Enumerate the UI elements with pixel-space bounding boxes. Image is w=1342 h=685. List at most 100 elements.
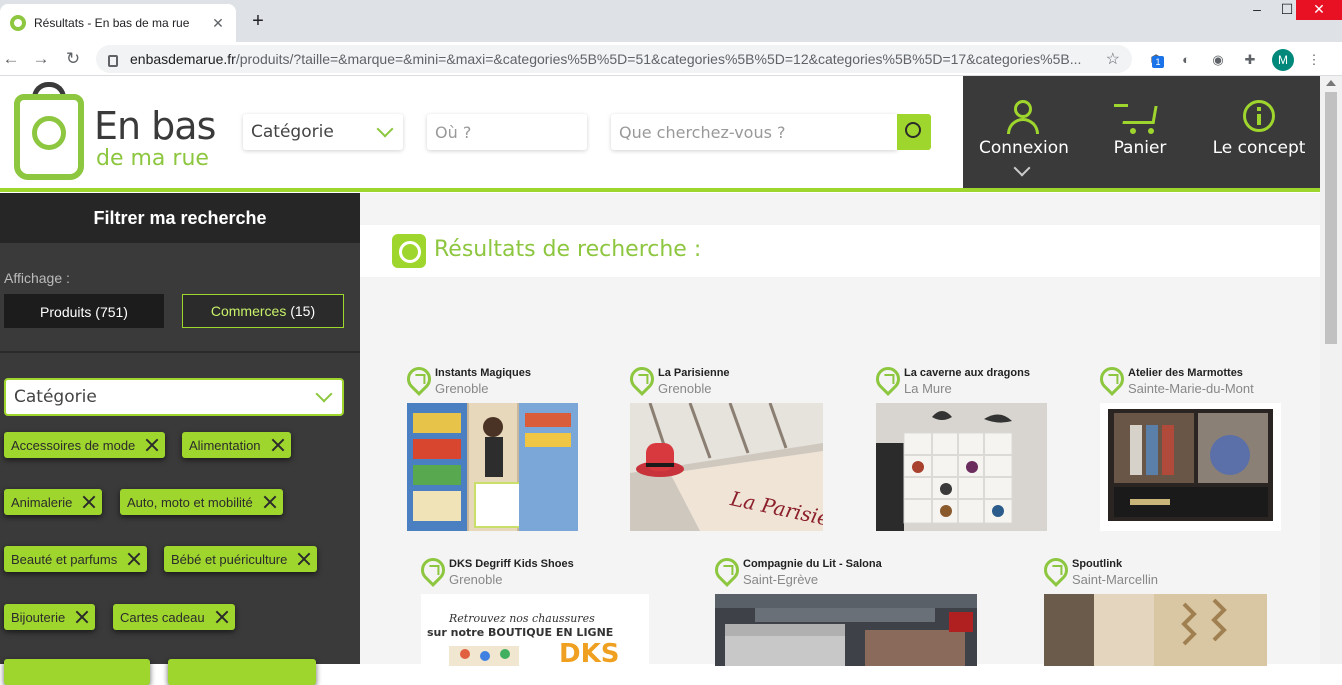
filter-tag[interactable]: Bijouterie [4, 604, 96, 630]
search-input[interactable] [611, 114, 897, 150]
info-icon [1209, 100, 1309, 136]
shops-label: Commerces [210, 303, 287, 319]
filter-tag-label: Auto, moto et mobilité [127, 494, 253, 510]
reload-icon[interactable]: ↻ [62, 48, 84, 70]
remove-tag-icon[interactable] [75, 610, 89, 624]
speech-bubble-icon [392, 234, 426, 268]
tab-title: Résultats - En bas de ma rue [34, 16, 190, 30]
url-text[interactable]: enbasdemarue.fr/produits/?taille=&marque… [130, 51, 1098, 67]
concept-link[interactable]: Le concept [1209, 100, 1309, 158]
filter-tag[interactable]: Alimentation [182, 432, 291, 458]
menu-kebab-icon[interactable]: ⋮ [1304, 50, 1324, 70]
shop-photo[interactable] [715, 594, 977, 666]
filter-tag-partial[interactable] [168, 659, 316, 685]
shop-city: La Mure [904, 381, 952, 396]
location-input[interactable] [427, 114, 587, 150]
sidebar-divider [0, 351, 360, 353]
search-icon [905, 122, 921, 138]
extension-2-icon[interactable]: ◐ [1176, 50, 1196, 70]
shop-card[interactable]: Atelier des Marmottes Sainte-Marie-du-Mo… [1095, 362, 1281, 531]
remove-tag-icon[interactable] [263, 495, 277, 509]
remove-tag-icon[interactable] [297, 552, 311, 566]
category-select[interactable]: Catégorie [243, 114, 403, 150]
results-title: Résultats de recherche : [434, 237, 702, 262]
lock-icon [108, 55, 118, 67]
shop-photo[interactable] [1044, 594, 1267, 666]
extension-badge: 1 [1152, 56, 1164, 68]
login-link[interactable]: Connexion [979, 100, 1069, 158]
filter-tag[interactable]: Auto, moto et mobilité [120, 489, 283, 515]
chevron-down-icon [315, 385, 333, 403]
shop-name[interactable]: La Parisienne [658, 367, 730, 379]
shop-card[interactable]: La Parisienne Grenoble La Parisienne [625, 362, 823, 531]
remove-tag-icon[interactable] [215, 610, 229, 624]
bag-icon [14, 94, 84, 180]
filter-tag-label: Beauté et parfums [11, 551, 118, 567]
products-toggle-button[interactable]: Produits (751) [4, 294, 164, 328]
login-label: Connexion [979, 138, 1069, 158]
location-pin-icon [871, 362, 905, 396]
user-icon [979, 100, 1067, 136]
shop-photo[interactable] [1100, 403, 1281, 531]
filter-tag-label: Bijouterie [11, 609, 66, 625]
shop-name[interactable]: Atelier des Marmottes [1128, 367, 1243, 379]
filter-tag[interactable]: Bébé et puériculture [164, 546, 318, 572]
shop-card[interactable]: DKS Degriff Kids Shoes Grenoble Retrouve… [416, 553, 649, 668]
shop-photo[interactable]: Retrouvez nos chaussures sur notre BOUTI… [421, 594, 649, 666]
shop-card[interactable]: Spoutlink Saint-Marcellin [1039, 553, 1267, 668]
remove-tag-icon[interactable] [127, 552, 141, 566]
dks-banner-line1: Retrouvez nos chaussures [448, 612, 595, 625]
chevron-down-icon [376, 120, 394, 138]
location-pin-icon [710, 553, 744, 587]
filter-tag[interactable]: Cartes cadeau [113, 604, 235, 630]
shop-city: Grenoble [658, 381, 712, 396]
filter-tag-label: Cartes cadeau [120, 609, 205, 625]
sidebar-category-select[interactable]: Catégorie [4, 378, 344, 416]
shop-city: Grenoble [449, 572, 503, 587]
results-area: Résultats de recherche : Instants Magiqu… [360, 193, 1320, 666]
shop-photo[interactable]: La Parisienne [630, 403, 823, 531]
shop-photo[interactable] [407, 403, 578, 531]
remove-tag-icon[interactable] [145, 438, 159, 452]
shops-toggle-button[interactable]: Commerces (15) [182, 294, 344, 328]
shop-name[interactable]: La caverne aux dragons [904, 367, 1030, 379]
profile-avatar[interactable]: M [1272, 49, 1294, 71]
shop-card[interactable]: Compagnie du Lit - Salona Saint-Egrève [710, 553, 977, 668]
puzzle-icon[interactable]: ✚ [1240, 50, 1260, 70]
cart-link[interactable]: Panier [1103, 100, 1177, 158]
new-tab-icon[interactable]: + [248, 10, 268, 33]
scroll-thumb[interactable] [1325, 92, 1337, 344]
extension-3-icon[interactable]: ◉ [1208, 50, 1228, 70]
address-bar[interactable]: enbasdemarue.fr/produits/?taille=&marque… [96, 45, 1132, 73]
window-close-icon[interactable]: ✕ [1296, 0, 1342, 20]
forward-icon[interactable]: → [30, 48, 52, 70]
filter-tag-partial[interactable] [4, 659, 150, 685]
sidebar-category-value: Catégorie [14, 387, 97, 407]
search-button[interactable] [897, 114, 931, 150]
filter-tag[interactable]: Accessoires de mode [4, 432, 166, 458]
display-label: Affichage : [4, 270, 70, 286]
shop-photo[interactable] [876, 403, 1047, 531]
shop-name[interactable]: Compagnie du Lit - Salona [743, 558, 882, 570]
logo-text-line2: de ma rue [96, 146, 209, 171]
shop-name[interactable]: Spoutlink [1072, 558, 1122, 570]
shop-card[interactable]: Instants Magiques Grenoble [402, 362, 578, 531]
concept-label: Le concept [1212, 138, 1306, 158]
sidebar-title: Filtrer ma recherche [0, 193, 360, 243]
bookmark-star-icon[interactable]: ☆ [1106, 49, 1120, 69]
filter-tag[interactable]: Beauté et parfums [4, 546, 148, 572]
shop-name[interactable]: DKS Degriff Kids Shoes [449, 558, 574, 570]
close-tab-icon[interactable]: ✕ [210, 15, 226, 32]
browser-tabbar: Résultats - En bas de ma rue ✕ + – ☐ ✕ [0, 0, 1342, 42]
scroll-up-icon[interactable] [1326, 80, 1336, 86]
remove-tag-icon[interactable] [271, 438, 285, 452]
back-icon[interactable]: ← [0, 48, 22, 70]
browser-tab[interactable]: Résultats - En bas de ma rue ✕ [0, 4, 236, 42]
shop-card[interactable]: La caverne aux dragons La Mure [871, 362, 1047, 531]
filter-tag[interactable]: Animalerie [4, 489, 103, 515]
page-scrollbar[interactable] [1320, 76, 1342, 664]
shop-name[interactable]: Instants Magiques [435, 367, 531, 379]
location-pin-icon [625, 362, 659, 396]
remove-tag-icon[interactable] [82, 495, 96, 509]
site-logo[interactable]: En bas de ma rue [14, 82, 219, 182]
